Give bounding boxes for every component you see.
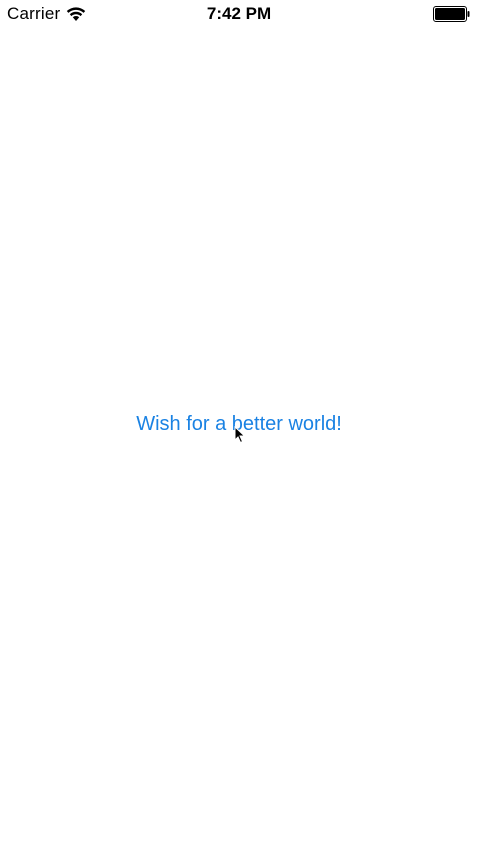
main-content [0,28,478,850]
status-time: 7:42 PM [206,4,272,23]
wish-button[interactable]: Wish for a better world! [0,410,478,438]
status-bar: Carrier 7:42 PM [0,0,478,28]
battery-icon [433,6,470,22]
